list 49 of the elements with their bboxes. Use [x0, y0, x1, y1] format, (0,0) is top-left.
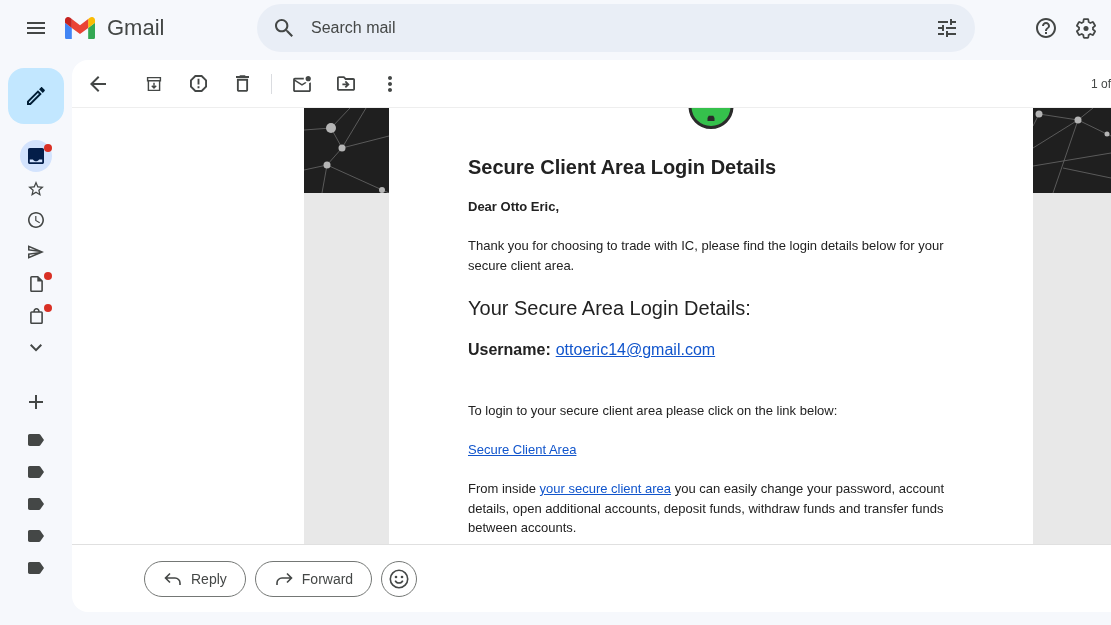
- pencil-icon: [27, 87, 45, 105]
- username-label: Username:: [468, 340, 551, 360]
- chevron-down-icon[interactable]: [30, 344, 42, 352]
- report-spam-icon[interactable]: [189, 75, 207, 92]
- folder-arrow-icon[interactable]: [337, 76, 355, 91]
- search-field[interactable]: Search mail: [311, 16, 926, 40]
- plus-icon[interactable]: [29, 395, 43, 409]
- label-tag-icon[interactable]: [28, 466, 44, 478]
- smiley-icon: [389, 569, 410, 589]
- email-heading: Secure Client Area Login Details: [468, 155, 777, 179]
- search-bar[interactable]: Search mail: [257, 4, 975, 52]
- trash-icon[interactable]: [235, 75, 249, 92]
- label-tag-icon[interactable]: [28, 562, 44, 574]
- app-logo-icon[interactable]: [65, 16, 95, 40]
- secure-area-link[interactable]: your secure client area: [539, 481, 672, 496]
- settings-icon[interactable]: [1076, 17, 1096, 39]
- help-icon[interactable]: [1036, 18, 1056, 38]
- emoji-button[interactable]: [381, 561, 418, 597]
- archive-icon[interactable]: [146, 75, 162, 92]
- menu-icon[interactable]: [27, 22, 45, 34]
- secure-area-link[interactable]: Secure Client Area: [468, 440, 577, 460]
- send-icon: [28, 245, 44, 259]
- document-icon: [29, 276, 43, 292]
- shopping-bag-icon: [29, 308, 43, 324]
- pager-text: 1 of: [1091, 75, 1111, 92]
- search-icon[interactable]: [275, 19, 293, 37]
- email-paragraph: To login to your secure client area please click on the link below:: [468, 402, 839, 420]
- badge-icon: [688, 108, 734, 129]
- star-icon: [28, 180, 44, 196]
- label-tag-icon[interactable]: [28, 498, 44, 510]
- email-paragraph: From inside your secure client area you can easily change your password, account details, open additional accounts, deposit funds, withdraw funds and transfer funds between accounts.: [468, 480, 946, 537]
- more-vertical-icon[interactable]: [388, 75, 392, 92]
- app-name: Gmail: [107, 14, 165, 42]
- back-arrow-icon[interactable]: [90, 75, 106, 92]
- label-tag-icon[interactable]: [28, 434, 44, 446]
- email-paragraph: Thank you for choosing to trade with IC, please find the login details below for your secure client area.: [468, 237, 945, 275]
- reply-button[interactable]: Reply: [144, 561, 246, 597]
- greeting-text: Dear Otto Eric,: [468, 198, 560, 216]
- forward-button[interactable]: Forward: [254, 561, 373, 597]
- compose-button[interactable]: [8, 68, 64, 124]
- forward-arrow-icon: [274, 572, 293, 586]
- username-link[interactable]: ottoeric14@gmail.com: [555, 340, 716, 360]
- label-tag-icon[interactable]: [28, 530, 44, 542]
- reply-arrow-icon: [164, 572, 182, 586]
- clock-icon: [28, 212, 44, 228]
- inbox-icon: [28, 148, 44, 164]
- email-subheading: Your Secure Area Login Details:: [468, 296, 751, 320]
- filter-sliders-icon[interactable]: [938, 19, 956, 37]
- nav-button[interactable]: [20, 140, 52, 172]
